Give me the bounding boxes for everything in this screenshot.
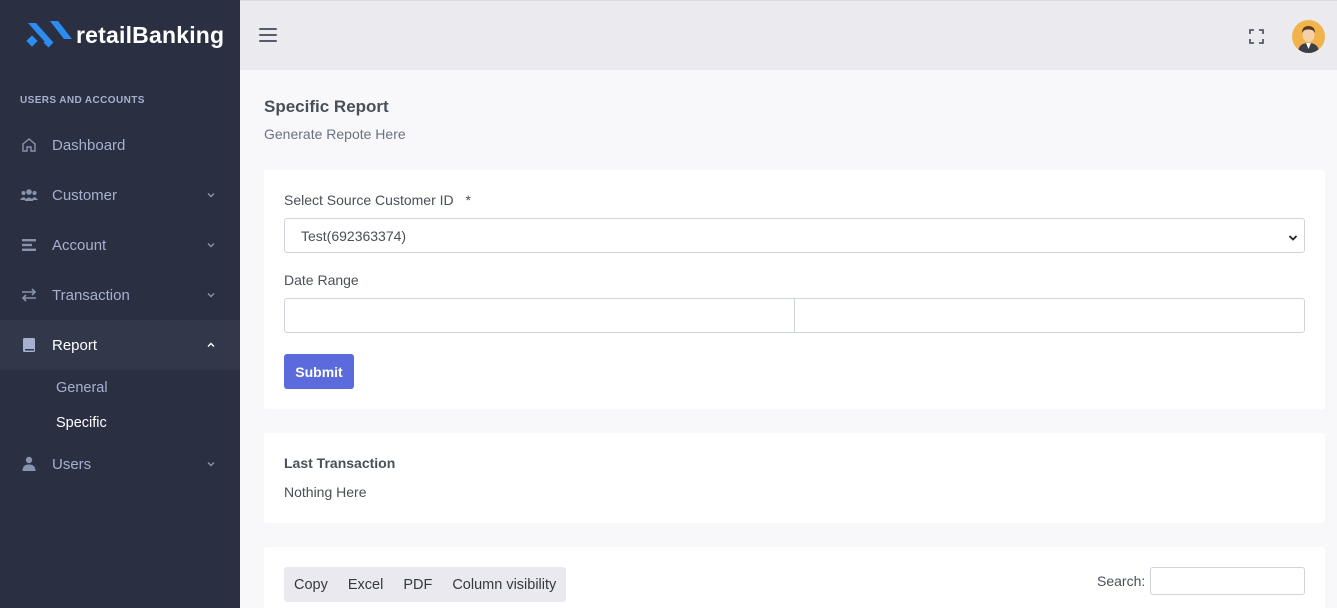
users-icon — [20, 186, 38, 204]
sidebar-item-report[interactable]: Report — [0, 320, 240, 370]
sidebar-item-label: Users — [52, 455, 92, 473]
chevron-down-icon — [1288, 230, 1298, 241]
user-tie-icon — [20, 455, 38, 473]
transactions-table-card: Copy Excel PDF Column visibility Search: — [264, 547, 1325, 608]
sidebar-item-label: Account — [52, 236, 107, 254]
chevron-down-icon — [206, 240, 216, 250]
hamburger-menu-icon[interactable] — [259, 28, 277, 42]
last-transaction-card: Last Transaction Nothing Here — [264, 433, 1325, 523]
transfer-icon — [20, 286, 38, 304]
chevron-down-icon — [206, 290, 216, 300]
book-icon — [20, 336, 38, 354]
home-icon — [20, 136, 38, 154]
search-label: Search: — [1097, 573, 1146, 589]
pdf-button[interactable]: PDF — [393, 567, 442, 602]
sidebar-subitem-specific[interactable]: Specific — [0, 405, 240, 440]
sidebar-item-transaction[interactable]: Transaction — [0, 270, 240, 320]
chevron-up-icon — [206, 340, 216, 350]
submit-button[interactable]: Submit — [284, 354, 354, 389]
customer-id-select[interactable]: Test(692363374) — [284, 218, 1305, 253]
chevron-down-icon — [206, 459, 216, 469]
required-mark: * — [465, 192, 471, 208]
customer-id-label: Select Source Customer ID * — [284, 192, 471, 208]
main-content: Specific Report Generate Repote Here Sel… — [240, 70, 1337, 608]
column-visibility-button[interactable]: Column visibility — [442, 567, 566, 602]
date-range-start-input[interactable] — [284, 298, 795, 333]
sidebar-subitem-general[interactable]: General — [0, 370, 240, 405]
customer-id-label-text: Select Source Customer ID — [284, 192, 454, 208]
sidebar-item-users[interactable]: Users — [0, 440, 240, 488]
customer-id-selected-value: Test(692363374) — [301, 228, 407, 244]
search-input[interactable] — [1150, 567, 1305, 595]
menu-title: USERS AND ACCOUNTS — [20, 95, 145, 106]
sidebar-item-account[interactable]: Account — [0, 220, 240, 270]
sidebar-item-customer[interactable]: Customer — [0, 170, 240, 220]
excel-button[interactable]: Excel — [338, 567, 393, 602]
date-range-end-input[interactable] — [794, 298, 1305, 333]
copy-button[interactable]: Copy — [284, 567, 338, 602]
sidebar-item-dashboard[interactable]: Dashboard — [0, 120, 240, 170]
sidebar-item-label: Transaction — [52, 286, 130, 304]
sidebar-item-label: Customer — [52, 186, 118, 204]
topbar — [240, 0, 1337, 70]
last-transaction-title: Last Transaction — [284, 455, 396, 471]
sidebar: retailBanking USERS AND ACCOUNTS Dashboa… — [0, 0, 240, 608]
brand[interactable]: retailBanking — [0, 0, 240, 70]
report-form-card: Select Source Customer ID * Test(6923633… — [264, 170, 1325, 409]
brand-name: retailBanking — [76, 21, 225, 48]
avatar[interactable] — [1292, 20, 1325, 53]
last-transaction-text: Nothing Here — [284, 484, 367, 500]
fullscreen-icon[interactable] — [1249, 29, 1264, 44]
page-subtitle: Generate Repote Here — [264, 126, 406, 142]
brand-logo-icon — [26, 19, 72, 51]
page-title: Specific Report — [264, 97, 389, 116]
date-range-label: Date Range — [284, 272, 359, 288]
sidebar-item-label: Dashboard — [52, 136, 126, 154]
chevron-down-icon — [206, 190, 216, 200]
export-button-group: Copy Excel PDF Column visibility — [284, 567, 567, 602]
list-icon — [20, 236, 38, 254]
sidebar-item-label: Report — [52, 336, 98, 354]
